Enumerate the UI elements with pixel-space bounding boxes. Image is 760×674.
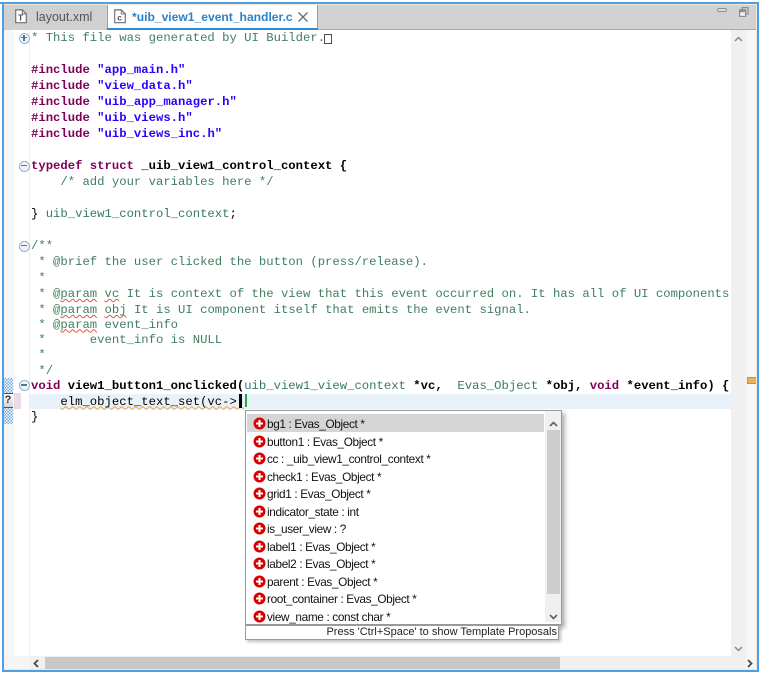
svg-text:T: T (18, 12, 24, 22)
svg-text:c: c (117, 12, 122, 22)
